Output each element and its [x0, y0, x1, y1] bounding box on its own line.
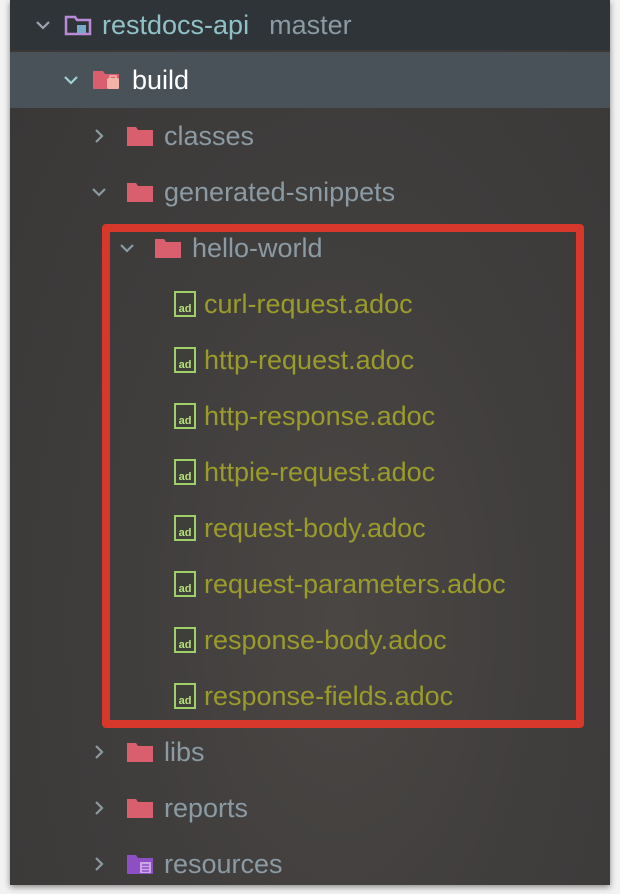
chevron-down-icon[interactable]: [118, 239, 136, 257]
chevron-down-icon[interactable]: [62, 71, 80, 89]
asciidoc-file-icon: ad: [172, 570, 198, 598]
tree-row-file[interactable]: ad response-fields.adoc: [10, 668, 610, 724]
project-tree-panel: restdocs-api master build classes genera…: [10, 0, 610, 885]
file-label: response-fields.adoc: [204, 680, 454, 711]
folder-icon: [126, 797, 154, 819]
svg-text:ad: ad: [179, 695, 192, 707]
chevron-down-icon[interactable]: [90, 183, 108, 201]
file-label: http-response.adoc: [204, 400, 436, 431]
file-label: response-body.adoc: [204, 624, 447, 655]
svg-text:ad: ad: [179, 359, 192, 371]
tree-row-file[interactable]: ad http-response.adoc: [10, 388, 610, 444]
folder-label-build: build: [132, 64, 190, 95]
file-label: request-parameters.adoc: [204, 568, 506, 599]
asciidoc-file-icon: ad: [172, 346, 198, 374]
tree-row-resources[interactable]: resources: [10, 836, 610, 885]
chevron-right-icon[interactable]: [90, 127, 108, 145]
asciidoc-file-icon: ad: [172, 402, 198, 430]
folder-label-generated-snippets: generated-snippets: [164, 176, 396, 207]
asciidoc-file-icon: ad: [172, 514, 198, 542]
tree-row-file[interactable]: ad request-parameters.adoc: [10, 556, 610, 612]
chevron-down-icon[interactable]: [34, 16, 52, 34]
asciidoc-file-icon: ad: [172, 626, 198, 654]
folder-label-libs: libs: [164, 736, 205, 767]
folder-label-reports: reports: [164, 792, 249, 823]
folder-icon: [126, 125, 154, 147]
svg-text:ad: ad: [179, 527, 192, 539]
module-icon: [64, 13, 92, 37]
tree-row-reports[interactable]: reports: [10, 780, 610, 836]
folder-icon: [126, 741, 154, 763]
asciidoc-file-icon: ad: [172, 290, 198, 318]
svg-text:ad: ad: [179, 639, 192, 651]
asciidoc-file-icon: ad: [172, 458, 198, 486]
tree-row-file[interactable]: ad curl-request.adoc: [10, 276, 610, 332]
folder-label-classes: classes: [164, 120, 255, 151]
chevron-right-icon[interactable]: [90, 855, 108, 873]
tree-row-file[interactable]: ad http-request.adoc: [10, 332, 610, 388]
svg-text:ad: ad: [179, 415, 192, 427]
tree-row-file[interactable]: ad response-body.adoc: [10, 612, 610, 668]
folder-label-hello-world: hello-world: [192, 232, 323, 263]
tree-row-file[interactable]: ad httpie-request.adoc: [10, 444, 610, 500]
asciidoc-file-icon: ad: [172, 682, 198, 710]
svg-text:ad: ad: [179, 303, 192, 315]
file-label: httpie-request.adoc: [204, 456, 436, 487]
tree-row-libs[interactable]: libs: [10, 724, 610, 780]
chevron-right-icon[interactable]: [90, 799, 108, 817]
file-label: curl-request.adoc: [204, 288, 413, 319]
folder-icon: [126, 181, 154, 203]
branch-name: master: [269, 9, 352, 40]
tree-row-build[interactable]: build: [10, 52, 610, 108]
folder-label-resources: resources: [164, 848, 283, 879]
folder-icon: [154, 237, 182, 259]
file-label: http-request.adoc: [204, 344, 415, 375]
excluded-folder-icon: [92, 68, 122, 92]
tree-row-file[interactable]: ad request-body.adoc: [10, 500, 610, 556]
project-name: restdocs-api: [102, 9, 250, 40]
tree-row-classes[interactable]: classes: [10, 108, 610, 164]
tree-row-generated-snippets[interactable]: generated-snippets: [10, 164, 610, 220]
chevron-right-icon[interactable]: [90, 743, 108, 761]
resources-folder-icon: [126, 852, 154, 876]
svg-text:ad: ad: [179, 583, 192, 595]
tree-row-hello-world[interactable]: hello-world: [10, 220, 610, 276]
file-label: request-body.adoc: [204, 512, 426, 543]
svg-text:ad: ad: [179, 471, 192, 483]
tree-row-project-root[interactable]: restdocs-api master: [10, 0, 610, 50]
